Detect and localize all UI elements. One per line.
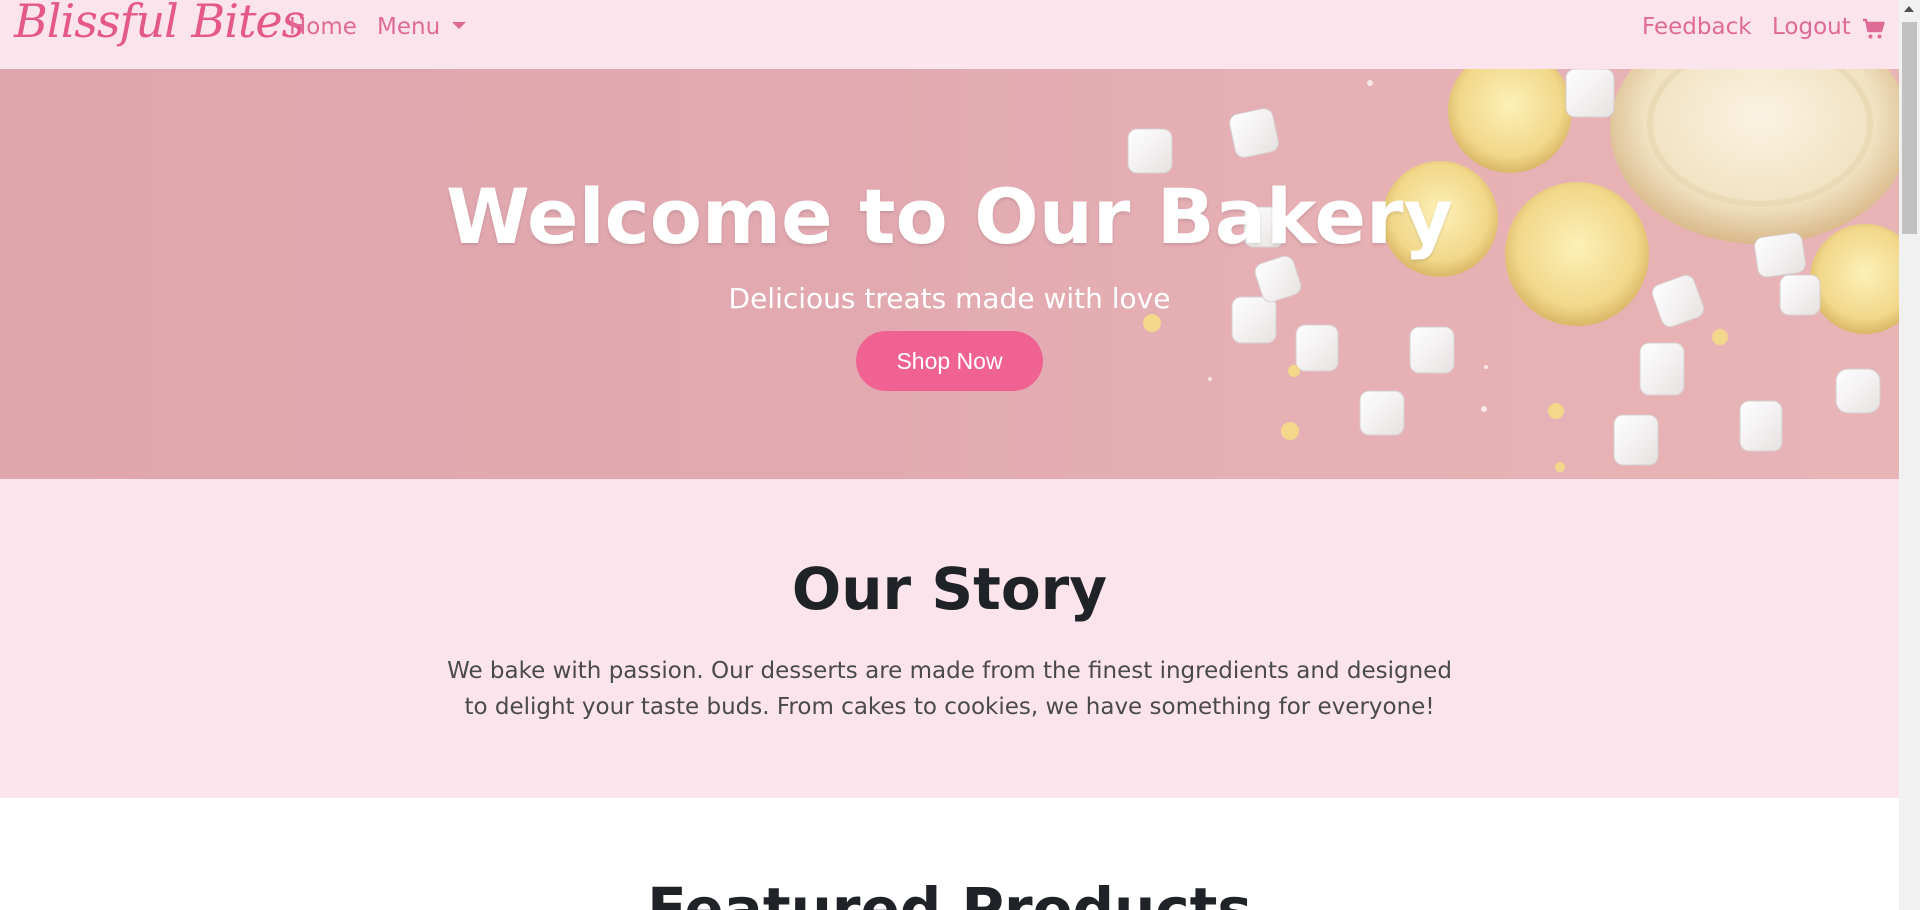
navbar: Blissful Bites Home Menu Feedback Logout [0, 0, 1899, 69]
featured-products-section: Featured Products [0, 798, 1899, 910]
our-story-section: Our Story We bake with passion. Our dess… [0, 479, 1899, 798]
shop-now-button[interactable]: Shop Now [856, 331, 1043, 391]
nav-logout-link[interactable]: Logout [1772, 14, 1851, 40]
story-title: Our Story [791, 555, 1108, 623]
nav-menu-dropdown[interactable]: Menu [377, 14, 467, 40]
nav-home-link[interactable]: Home [289, 14, 357, 40]
page: Blissful Bites Home Menu Feedback Logout [0, 0, 1899, 910]
shopping-cart-icon[interactable] [1862, 17, 1886, 41]
hero-title: Welcome to Our Bakery [445, 172, 1454, 261]
featured-products-title: Featured Products [647, 875, 1252, 910]
hero-subtitle: Delicious treats made with love [728, 282, 1171, 315]
hero-banner: Welcome to Our Bakery Delicious treats m… [0, 69, 1899, 479]
nav-feedback-link[interactable]: Feedback [1642, 14, 1752, 40]
scroll-up-arrow-icon[interactable] [1904, 6, 1914, 12]
brand-logo[interactable]: Blissful Bites [14, 0, 305, 48]
hero-background-image [1127, 69, 1899, 472]
page-scrollbar[interactable] [1899, 0, 1920, 910]
scrollbar-thumb[interactable] [1902, 22, 1917, 234]
story-text: We bake with passion. Our desserts are m… [447, 658, 1452, 720]
caret-down-icon [452, 22, 467, 29]
nav-menu-label: Menu [377, 14, 441, 40]
